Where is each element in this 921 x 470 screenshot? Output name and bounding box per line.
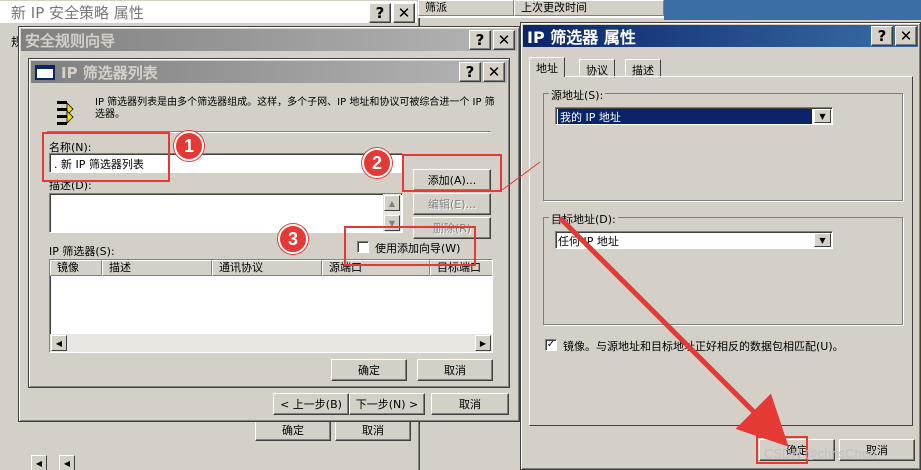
watermark: CSDN @chrisChen bbox=[764, 446, 877, 461]
annotation-arrow bbox=[501, 161, 789, 447]
tab-address[interactable]: 地址 bbox=[529, 57, 565, 77]
